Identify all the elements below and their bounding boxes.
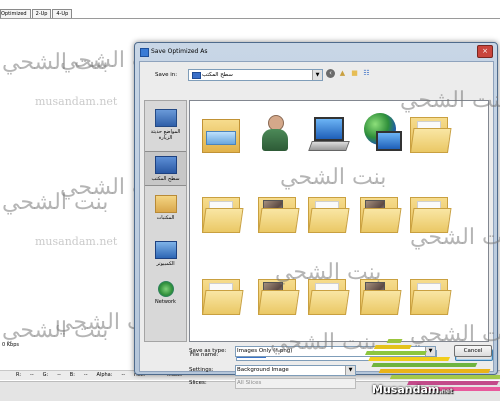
brand-name-main: Musandam	[372, 383, 440, 396]
save-in-label: Save in:	[155, 72, 178, 78]
save-in-value: سطح المكتب	[202, 72, 233, 78]
recent-places-icon	[154, 109, 177, 127]
view-menu-icon[interactable]: ☷	[362, 69, 371, 78]
place-label: الكمبيوتر	[156, 261, 175, 267]
watermark-text: بنت الشحي	[275, 260, 382, 285]
watermark-text: بنت الشحي	[410, 225, 500, 250]
place-label: المواضع حديثة الزيارة	[150, 129, 181, 141]
slices-label: Slices:	[189, 380, 207, 386]
dialog-titlebar[interactable]: Save Optimized As ×	[135, 43, 497, 61]
tab-2-up[interactable]: 2-Up	[31, 9, 52, 18]
place-label: Network	[155, 299, 176, 305]
computer-icon[interactable]	[308, 115, 350, 153]
alpha-label: Alpha:	[96, 372, 113, 378]
view-tabs: Optimized 2-Up 4-Up	[0, 9, 73, 18]
watermark-text: بنت الشحي	[280, 165, 387, 190]
chevron-down-icon[interactable]: ▼	[312, 70, 322, 80]
blue-value: --	[83, 372, 88, 378]
user-folder-icon[interactable]	[258, 113, 294, 153]
settings-value: Background Image	[237, 367, 289, 373]
settings-label: Settings:	[189, 367, 214, 373]
libraries-icon	[154, 195, 177, 213]
red-value: --	[30, 372, 34, 378]
file-list	[189, 100, 489, 342]
green-label: G:	[42, 372, 49, 378]
place-network[interactable]: Network	[145, 281, 186, 305]
blue-label: B:	[69, 372, 75, 378]
place-label: سطح المكتب	[151, 176, 180, 182]
save-as-type-label: Save as type:	[189, 348, 227, 354]
bandwidth-status: 0 Kbps	[2, 342, 20, 348]
tab-optimized[interactable]: Optimized	[0, 9, 31, 18]
network-icon[interactable]	[360, 111, 402, 151]
chevron-down-icon[interactable]: ▼	[345, 366, 355, 375]
tab-4-up[interactable]: 4-Up	[52, 9, 73, 18]
computer-icon	[154, 241, 177, 259]
network-icon	[157, 281, 174, 297]
watermark-text: بنت الشحي	[400, 88, 500, 113]
save-in-dropdown[interactable]: سطح المكتب ▼	[188, 69, 323, 81]
place-desktop[interactable]: سطح المكتب	[145, 151, 186, 186]
alpha-value: --	[121, 372, 126, 378]
red-label: R:	[16, 372, 22, 378]
desktop-icon	[192, 72, 201, 79]
slices-value: All Slices	[237, 380, 262, 386]
slices-dropdown: All Slices	[235, 378, 356, 389]
places-bar: المواضع حديثة الزيارة سطح المكتب المكتبا…	[144, 100, 187, 342]
brand-logo: Musandam.net	[355, 325, 500, 400]
settings-dropdown[interactable]: Background Image ▼	[235, 365, 356, 376]
place-recent[interactable]: المواضع حديثة الزيارة	[145, 109, 186, 141]
app-icon	[140, 48, 149, 57]
up-folder-icon[interactable]: ▲	[338, 69, 347, 78]
place-libraries[interactable]: المكتبات	[145, 195, 186, 221]
brand-suffix: .net	[439, 388, 453, 395]
place-label: المكتبات	[156, 215, 175, 221]
brand-name: Musandam.net	[372, 383, 453, 396]
navigation-toolbar: ‹ ▲ ■ ☷	[326, 69, 371, 78]
new-folder-icon[interactable]: ■	[350, 69, 359, 78]
watermark-site: musandam.net	[35, 95, 118, 108]
watermark-site: musandam.net	[35, 235, 118, 248]
back-icon[interactable]: ‹	[326, 69, 335, 78]
library-folder-icon[interactable]	[202, 115, 240, 153]
green-value: --	[57, 372, 61, 378]
close-button[interactable]: ×	[477, 45, 493, 58]
place-computer[interactable]: الكمبيوتر	[145, 241, 186, 267]
desktop-icon	[154, 156, 177, 174]
dialog-title: Save Optimized As	[151, 48, 208, 55]
